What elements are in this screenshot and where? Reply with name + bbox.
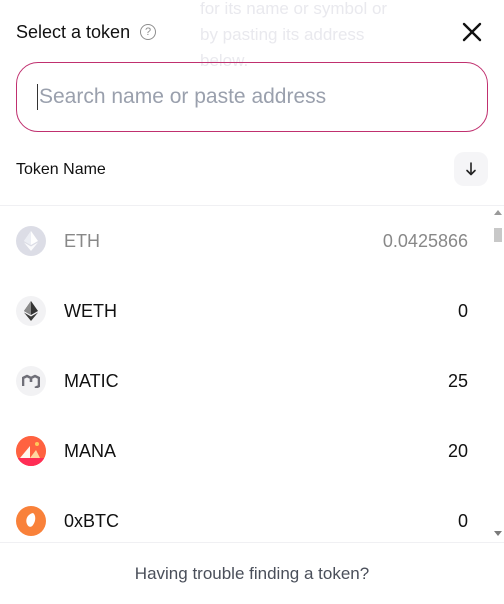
close-icon bbox=[462, 22, 482, 42]
token-balance: 0 bbox=[457, 300, 468, 321]
token-row-matic[interactable]: MATIC 25 bbox=[0, 346, 490, 416]
close-button[interactable] bbox=[458, 18, 486, 46]
mana-icon bbox=[16, 436, 46, 466]
sort-button[interactable] bbox=[454, 152, 488, 186]
scroll-thumb[interactable] bbox=[494, 228, 502, 242]
0xbtc-icon bbox=[16, 506, 46, 536]
text-caret bbox=[37, 84, 38, 110]
scroll-up-icon[interactable] bbox=[494, 210, 502, 215]
token-name-column-label: Token Name bbox=[16, 161, 106, 178]
modal-title: Select a token bbox=[16, 21, 131, 42]
token-balance: 0 bbox=[457, 510, 468, 531]
modal-footer: Having trouble finding a token? bbox=[0, 542, 504, 604]
modal-header: Select a token ? bbox=[16, 18, 488, 46]
arrow-down-icon bbox=[466, 162, 476, 176]
token-select-modal: for its name or symbol or by pasting its… bbox=[0, 0, 504, 603]
token-list-header: Token Name bbox=[16, 152, 488, 186]
token-list: ETH 0.0425866 WETH 0 MATIC 25 MANA 20 0x… bbox=[0, 206, 504, 542]
token-row-weth[interactable]: WETH 0 bbox=[0, 276, 490, 346]
token-symbol: ETH bbox=[64, 230, 100, 251]
matic-icon bbox=[16, 366, 46, 396]
token-row-0xbtc[interactable]: 0xBTC 0 bbox=[0, 486, 490, 542]
token-symbol: MATIC bbox=[64, 370, 119, 391]
scrollbar[interactable] bbox=[492, 206, 504, 542]
search-field[interactable] bbox=[16, 62, 488, 132]
having-trouble-link[interactable]: Having trouble finding a token? bbox=[135, 564, 369, 584]
token-row-eth[interactable]: ETH 0.0425866 bbox=[0, 206, 490, 276]
scroll-down-icon[interactable] bbox=[494, 531, 502, 536]
token-balance: 0.0425866 bbox=[382, 230, 468, 251]
weth-icon bbox=[16, 296, 46, 326]
token-balance: 25 bbox=[447, 370, 468, 391]
help-icon[interactable]: ? bbox=[140, 24, 157, 40]
token-balance: 20 bbox=[447, 440, 468, 461]
eth-icon bbox=[16, 226, 46, 256]
search-input[interactable] bbox=[37, 84, 487, 110]
token-symbol: MANA bbox=[64, 440, 117, 461]
token-symbol: 0xBTC bbox=[64, 510, 120, 531]
token-symbol: WETH bbox=[64, 300, 117, 321]
token-row-mana[interactable]: MANA 20 bbox=[0, 416, 490, 486]
